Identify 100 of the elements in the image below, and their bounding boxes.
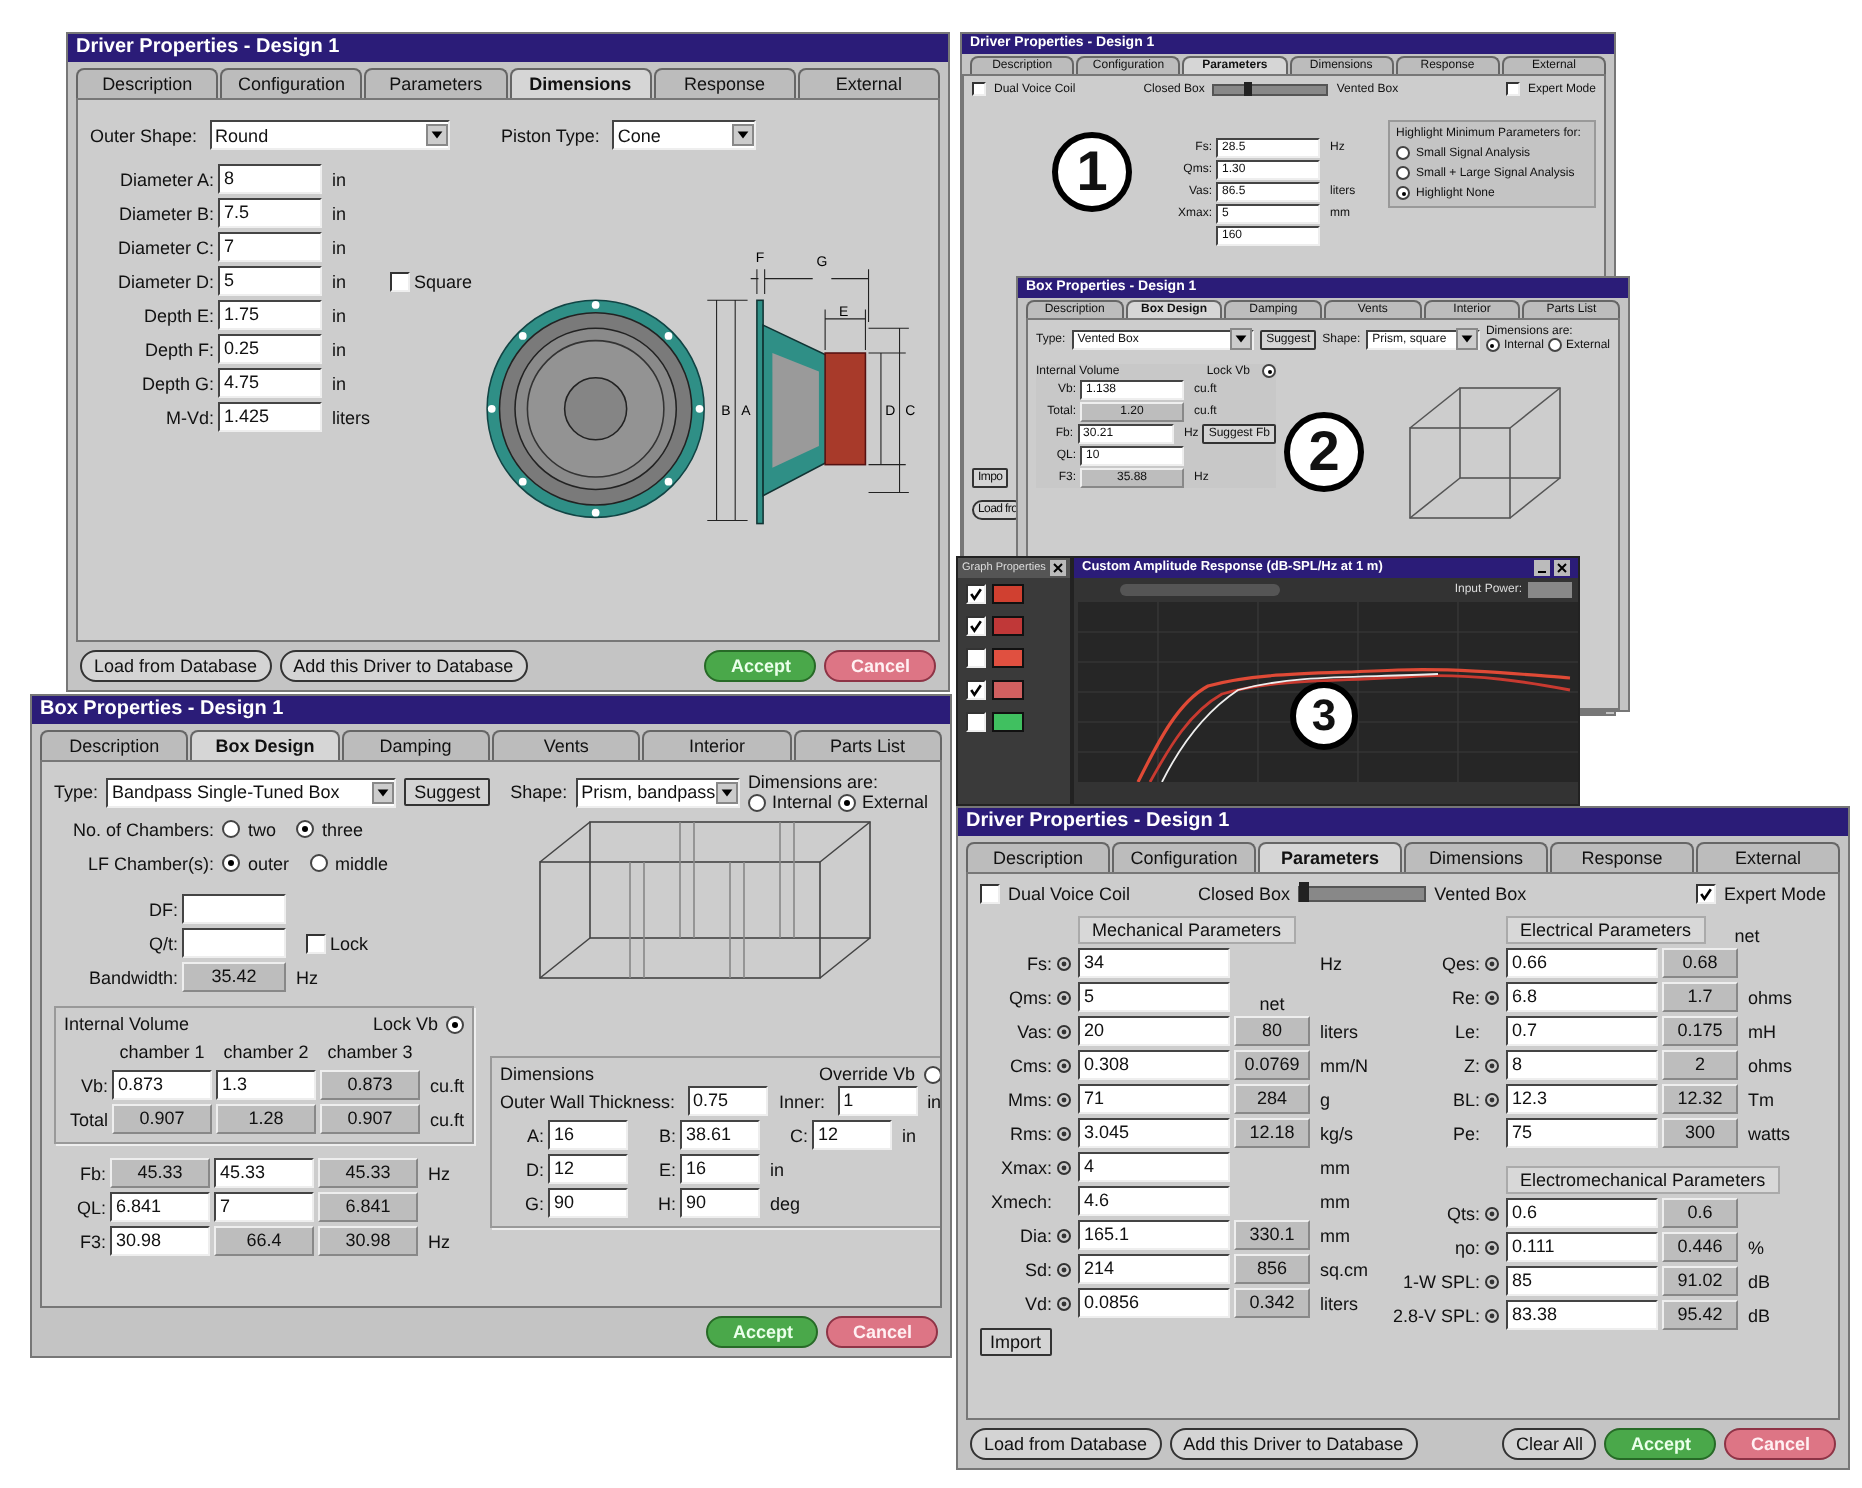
radio-label: Override Vb [819, 1064, 916, 1084]
tab[interactable]: Description [76, 68, 219, 98]
input-field[interactable]: 3.045 [1078, 1118, 1230, 1148]
input-field[interactable]: 71 [1078, 1084, 1230, 1114]
input-field[interactable]: 1.75 [218, 300, 322, 330]
checkbox-label: Lock [330, 933, 369, 953]
input-field[interactable]: 0.75 [687, 1086, 768, 1116]
piston-type-dropdown[interactable]: Cone [611, 120, 756, 150]
input-field[interactable]: 16 [548, 1120, 629, 1150]
input-field[interactable]: 12.3 [1506, 1084, 1659, 1114]
input-field[interactable]: 0.66 [1506, 948, 1659, 978]
input-field[interactable]: 0.7 [1506, 1016, 1659, 1046]
clear-all-button[interactable]: Clear All [1501, 1428, 1597, 1460]
unit-label: liters [1320, 1293, 1359, 1313]
input-field[interactable]: 30.98 [110, 1226, 210, 1256]
input-field[interactable]: 4 [1078, 1152, 1230, 1182]
tab[interactable]: Dimensions [509, 68, 652, 98]
tab[interactable]: Vents [491, 730, 641, 760]
input-field[interactable]: 90 [680, 1188, 761, 1218]
input-field[interactable]: 8 [1506, 1050, 1659, 1080]
database-button[interactable]: Load from Database [970, 1428, 1162, 1460]
shape-dropdown[interactable]: Prism, bandpass [575, 777, 740, 807]
input-field[interactable]: 34 [1078, 948, 1230, 978]
input-field[interactable]: 45.33 [214, 1158, 314, 1188]
field-label: G: [523, 1193, 545, 1213]
column-header: net [1732, 925, 1762, 945]
input-field[interactable]: 1.3 [216, 1070, 316, 1100]
tab[interactable]: Response [1550, 842, 1694, 872]
readout: 35.42 [182, 962, 286, 992]
input-field[interactable]: 90 [548, 1188, 629, 1218]
tab[interactable]: Response [653, 68, 796, 98]
input-field[interactable]: 7 [214, 1192, 314, 1222]
tab[interactable]: Interior [642, 730, 792, 760]
input-field[interactable]: 6.841 [110, 1192, 210, 1222]
input-field[interactable]: 12 [812, 1120, 893, 1150]
input-field[interactable]: 83.38 [1506, 1300, 1659, 1330]
box-type-dropdown[interactable]: Bandpass Single-Tuned Box [106, 777, 397, 807]
input-field[interactable]: 20 [1078, 1016, 1230, 1046]
readout: 0.6 [1662, 1198, 1739, 1228]
input-field[interactable]: 85 [1506, 1266, 1659, 1296]
tab[interactable]: Description [40, 730, 189, 760]
input-field[interactable]: 4.75 [218, 368, 322, 398]
unit-label: ohms [1748, 1055, 1793, 1075]
unit-label: in [332, 305, 347, 325]
input-field[interactable]: 1 [837, 1086, 918, 1116]
import-button[interactable]: Import [980, 1328, 1052, 1356]
input-field[interactable]: 165.1 [1078, 1220, 1230, 1250]
tab[interactable]: Parameters [364, 68, 508, 98]
input-field[interactable]: 16 [680, 1154, 761, 1184]
input-field[interactable]: 8 [218, 164, 322, 194]
tab[interactable]: Parameters [1258, 842, 1402, 872]
input-field[interactable]: 38.61 [680, 1120, 761, 1150]
outer-shape-dropdown[interactable]: Round [209, 120, 450, 150]
database-button[interactable]: Load from Database [80, 650, 272, 682]
input-field[interactable]: 0.873 [112, 1070, 212, 1100]
tab[interactable]: Description [966, 842, 1110, 872]
title-bar: Driver Properties - Design 1 [68, 34, 948, 62]
field-label: Outer Shape: [90, 125, 198, 145]
input-field[interactable]: 6.8 [1506, 982, 1659, 1012]
tab[interactable]: Configuration [1112, 842, 1256, 872]
input-field[interactable]: 7 [218, 232, 322, 262]
field-label: Dimensions are: [747, 772, 880, 792]
input-field[interactable]: 0.25 [218, 334, 322, 364]
tab[interactable]: Configuration [220, 68, 363, 98]
input-field[interactable]: 0.111 [1506, 1232, 1659, 1262]
field-label: A: [525, 1125, 545, 1145]
radio-label: outer [248, 853, 290, 873]
field-label: Fs: [1025, 953, 1052, 973]
field-label: Diameter A: [117, 169, 214, 189]
field-label: E: [657, 1159, 677, 1179]
input-field[interactable]: 0.308 [1078, 1050, 1230, 1080]
unit-label: Hz [428, 1231, 450, 1251]
tab[interactable]: Damping [341, 730, 490, 760]
input-field[interactable]: 0.6 [1506, 1198, 1659, 1228]
field-label: M-Vd: [163, 407, 214, 427]
title-bar: Driver Properties - Design 1 [958, 808, 1848, 836]
field-label: 2.8-V SPL: [1390, 1305, 1481, 1325]
input-field[interactable]: 1.425 [218, 402, 322, 432]
database-button[interactable]: Add this Driver to Database [1169, 1428, 1418, 1460]
field-label: Diameter D: [115, 271, 214, 291]
input-field[interactable]: 0.0856 [1078, 1288, 1230, 1318]
tab[interactable]: Dimensions [1404, 842, 1548, 872]
unit-label: % [1748, 1237, 1765, 1257]
input-field[interactable]: 4.6 [1078, 1186, 1230, 1216]
database-button[interactable]: Add this Driver to Database [279, 650, 528, 682]
field-label: Qms: [1007, 987, 1052, 1007]
suggest-button[interactable]: Suggest [404, 778, 491, 806]
tab[interactable]: External [797, 68, 941, 98]
section-heading: Electromechanical Parameters [1506, 1165, 1780, 1193]
input-field[interactable]: 12 [548, 1154, 629, 1184]
tab[interactable]: Box Design [190, 730, 340, 760]
tab[interactable]: Parts List [793, 730, 942, 760]
input-field[interactable]: 5 [218, 266, 322, 296]
input-field[interactable]: 7.5 [218, 198, 322, 228]
input-field[interactable]: 75 [1506, 1118, 1659, 1148]
input-field[interactable]: 214 [1078, 1254, 1230, 1284]
readout: 1.28 [216, 1104, 316, 1134]
tab[interactable]: External [1696, 842, 1840, 872]
field-label: H: [656, 1193, 677, 1213]
input-field[interactable]: 5 [1078, 982, 1230, 1012]
